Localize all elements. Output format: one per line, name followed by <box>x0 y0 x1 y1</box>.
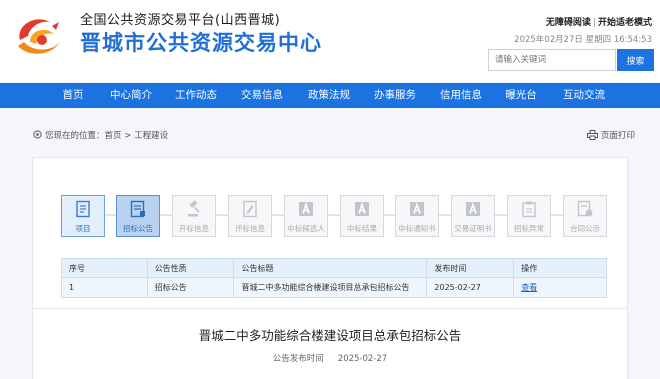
step-contract-publicity[interactable]: 合同公示 <box>563 195 607 237</box>
search-input[interactable] <box>488 49 616 71</box>
nav-item-home[interactable]: 首页 <box>63 83 84 108</box>
print-label: 页面打印 <box>600 131 635 141</box>
step-label: 中标通知书 <box>398 224 436 233</box>
cell-nature: 招标公告 <box>146 277 235 298</box>
nav-item-policies[interactable]: 政策法规 <box>308 83 350 108</box>
print-page-button[interactable]: 页面打印 <box>586 129 635 141</box>
accessible-reading-link[interactable]: 无障碍阅读 <box>546 18 591 28</box>
location-pin-icon <box>33 130 42 139</box>
a-badge-icon <box>299 201 313 216</box>
site-title: 晋城市公共资源交易中心 <box>80 31 322 55</box>
step-winning-notice[interactable]: 中标通知书 <box>395 195 439 237</box>
publish-label: 公告发布时间 <box>272 354 324 364</box>
edit-document-icon <box>243 200 257 218</box>
step-label: 交易证明书 <box>454 224 492 233</box>
step-tender-announcement[interactable]: 招标公告 <box>116 195 160 237</box>
a-badge-icon <box>355 201 369 216</box>
step-label: 开标信息 <box>179 224 209 233</box>
cell-title: 晋城二中多功能综合楼建设项目总承包招标公告 <box>233 277 428 298</box>
nav-item-credit-info[interactable]: 信用信息 <box>440 83 482 108</box>
view-link[interactable]: 查看 <box>521 283 537 292</box>
nav-item-interaction[interactable]: 互动交流 <box>563 83 605 108</box>
step-label: 中标候选人 <box>287 224 325 233</box>
divider <box>33 308 627 309</box>
col-header-date: 发布时间 <box>426 258 515 278</box>
document-icon <box>76 200 90 218</box>
step-label: 招标异常 <box>514 224 544 233</box>
table-row: 1 招标公告 晋城二中多功能综合楼建设项目总承包招标公告 2025-02-27 … <box>61 277 607 298</box>
step-label: 招标公告 <box>123 224 153 233</box>
nav-item-exposure[interactable]: 曝光台 <box>505 83 537 108</box>
step-label: 项目 <box>75 224 91 233</box>
top-links: 无障碍阅读 | 开始适老模式 <box>546 15 652 28</box>
col-header-nature: 公告性质 <box>146 258 235 278</box>
nav-item-services[interactable]: 办事服务 <box>374 83 416 108</box>
col-header-title: 公告标题 <box>233 258 428 278</box>
step-label: 合同公示 <box>570 224 600 233</box>
col-header-action: 操作 <box>513 258 607 278</box>
step-evaluation[interactable]: 评标信息 <box>228 195 272 237</box>
table-header-row: 序号 公告性质 公告标题 发布时间 操作 <box>61 258 607 278</box>
breadcrumb-separator: > <box>124 131 132 141</box>
announcement-table: 序号 公告性质 公告标题 发布时间 操作 1 招标公告 晋城二中多功能综合楼建设… <box>61 258 607 298</box>
step-winning-result[interactable]: 中标结果 <box>340 195 384 237</box>
cell-action: 查看 <box>513 277 607 298</box>
current-datetime: 2025年02月27日 星期四 16:54:53 <box>514 35 652 45</box>
printer-icon <box>586 130 598 140</box>
breadcrumb-home[interactable]: 首页 <box>105 131 122 141</box>
article-meta: 公告发布时间 2025-02-27 <box>33 352 627 364</box>
a-badge-icon <box>410 201 424 216</box>
nav-item-news[interactable]: 工作动态 <box>175 83 217 108</box>
clipboard-icon <box>522 201 536 218</box>
contract-icon <box>577 200 593 217</box>
main-nav: 首页 中心简介 工作动态 交易信息 政策法规 办事服务 信用信息 曝光台 互动交… <box>0 83 660 108</box>
step-bid-opening[interactable]: 开标信息 <box>172 195 216 237</box>
nav-item-about[interactable]: 中心简介 <box>110 83 152 108</box>
breadcrumb: 您现在的位置：首页 > 工程建设 <box>33 129 168 141</box>
gavel-icon <box>188 200 200 217</box>
step-label: 评标信息 <box>235 224 265 233</box>
content-panel: 项目 招标公告 开标信息 评标信息 中标候选人 中标结果 中标通知书 交易证明书… <box>32 157 628 379</box>
announcement-icon <box>130 200 145 218</box>
nav-item-trading-info[interactable]: 交易信息 <box>241 83 283 108</box>
breadcrumb-prefix: 您现在的位置： <box>45 131 105 141</box>
link-separator: | <box>592 18 596 28</box>
site-header: 全国公共资源交易平台(山西晋城) 晋城市公共资源交易中心 无障碍阅读 | 开始适老模… <box>0 0 660 82</box>
step-tender-exception[interactable]: 招标异常 <box>507 195 551 237</box>
elderly-mode-link[interactable]: 开始适老模式 <box>598 18 652 28</box>
platform-subtitle: 全国公共资源交易平台(山西晋城) <box>80 13 281 28</box>
publish-date: 2025-02-27 <box>337 354 388 364</box>
logo-icon <box>18 19 60 54</box>
article-title: 晋城二中多功能综合楼建设项目总承包招标公告 <box>198 328 462 343</box>
breadcrumb-current[interactable]: 工程建设 <box>134 131 168 141</box>
step-transaction-certificate[interactable]: 交易证明书 <box>451 195 495 237</box>
step-project[interactable]: 项目 <box>61 195 105 237</box>
a-badge-icon <box>466 201 480 216</box>
cell-date: 2025-02-27 <box>426 277 515 298</box>
search-button[interactable]: 搜索 <box>617 49 654 71</box>
cell-index: 1 <box>61 277 148 298</box>
process-steps: 项目 招标公告 开标信息 评标信息 中标候选人 中标结果 中标通知书 交易证明书… <box>61 195 621 237</box>
step-label: 中标结果 <box>347 224 377 233</box>
step-winning-candidates[interactable]: 中标候选人 <box>284 195 328 237</box>
col-header-index: 序号 <box>61 258 148 278</box>
